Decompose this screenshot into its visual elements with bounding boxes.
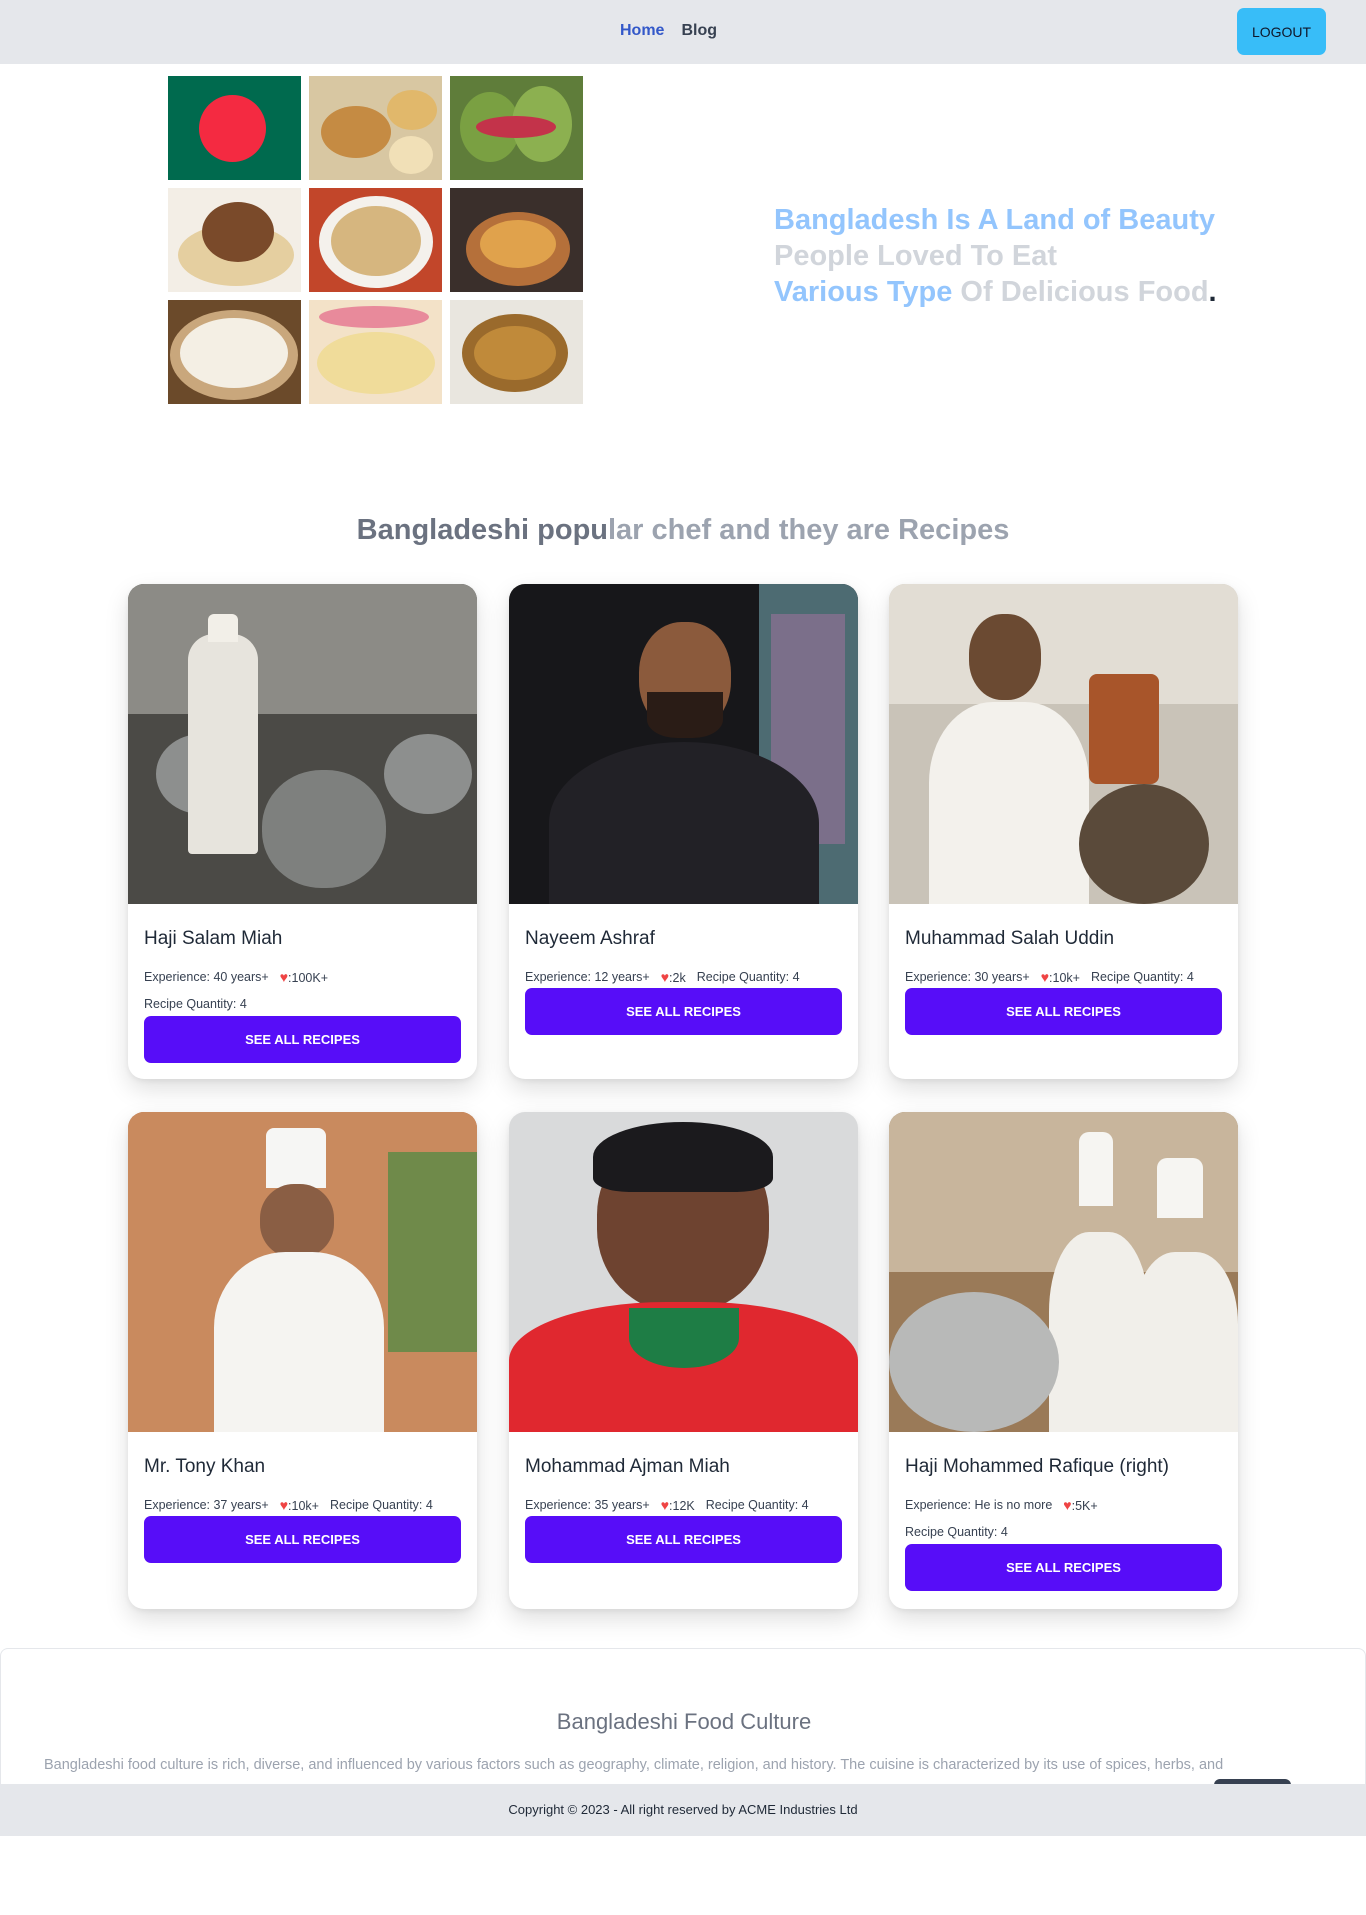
navbar: Home Blog LOGOUT [0, 0, 1366, 64]
chef-likes: ♥:10k+ [280, 1497, 319, 1513]
see-all-recipes-button[interactable]: SEE ALL RECIPES [144, 1516, 461, 1563]
chef-experience: Experience: 12 years+ [525, 970, 650, 984]
chef-name: Mohammad Ajman Miah [525, 1456, 730, 1477]
chef-experience: Experience: He is no more [905, 1498, 1053, 1512]
chef-experience: Experience: 35 years+ [525, 1498, 650, 1512]
see-all-recipes-button[interactable]: SEE ALL RECIPES [525, 1516, 842, 1563]
chef-card: Haji Salam Miah Experience: 40 years+ ♥:… [128, 584, 477, 1079]
see-all-recipes-button[interactable]: SEE ALL RECIPES [905, 988, 1222, 1035]
hero-food-grid [168, 76, 584, 438]
chef-stats: Experience: 30 years+ ♥:10k+ Recipe Quan… [905, 969, 1194, 985]
section-title-part-a: Bangladeshi popu [356, 514, 608, 546]
chef-name: Muhammad Salah Uddin [905, 928, 1115, 949]
hero-line-2: People Loved To Eat [774, 240, 1058, 272]
chef-stats: Experience: 12 years+ ♥:2k Recipe Quanti… [525, 969, 800, 985]
food-culture-text: Bangladeshi food culture is rich, divers… [44, 1757, 1224, 1773]
chef-stats: Experience: 40 years+ ♥:100K+ [144, 969, 328, 985]
chef-likes: ♥:12K [661, 1497, 695, 1513]
nav-link-home[interactable]: Home [620, 22, 664, 40]
paan-image [450, 76, 583, 180]
section-title-part-b: lar chef and they are Recipes [608, 514, 1010, 546]
chef-photo [889, 584, 1238, 904]
food-culture-title: Bangladeshi Food Culture [556, 1709, 812, 1734]
chef-experience: Experience: 30 years+ [905, 970, 1030, 984]
samosa-platter-image [309, 76, 442, 180]
chef-name: Haji Salam Miah [144, 928, 283, 949]
fuchka-image [450, 188, 583, 292]
chef-card: Nayeem Ashraf Experience: 12 years+ ♥:2k… [509, 584, 858, 1079]
chef-card: Mohammad Ajman Miah Experience: 35 years… [509, 1112, 858, 1609]
chef-likes-count: :12K [669, 1499, 695, 1513]
chef-photo [128, 1112, 477, 1432]
chef-likes: ♥:10k+ [1041, 969, 1080, 985]
chef-likes: ♥:100K+ [280, 969, 328, 985]
chef-recipe-quantity: Recipe Quantity: 4 [144, 997, 247, 1011]
hero-line-3-part-b: Of Delicious Food [952, 276, 1209, 308]
chef-recipe-quantity: Recipe Quantity: 4 [1090, 970, 1194, 984]
heart-icon: ♥ [279, 969, 289, 985]
chef-likes-count: :10k+ [1049, 971, 1080, 985]
biryani-image [168, 188, 301, 292]
chef-likes-count: :100K+ [288, 971, 329, 985]
chef-experience: Experience: 37 years+ [144, 1498, 269, 1512]
logout-button[interactable]: LOGOUT [1237, 8, 1326, 55]
chef-name: Nayeem Ashraf [525, 928, 655, 949]
chef-card: Haji Mohammed Rafique (right) Experience… [889, 1112, 1238, 1609]
heart-icon: ♥ [660, 969, 670, 985]
bangladesh-flag-image [168, 76, 301, 180]
chef-card: Muhammad Salah Uddin Experience: 30 year… [889, 584, 1238, 1079]
nav-links: Home Blog [620, 22, 717, 40]
hero-line-3-part-a: Various Type [774, 276, 953, 308]
chef-photo [509, 584, 858, 904]
chef-recipe-quantity: Recipe Quantity: 4 [329, 1498, 433, 1512]
chef-likes-count: :10k+ [288, 1499, 319, 1513]
chef-recipe-quantity: Recipe Quantity: 4 [696, 970, 800, 984]
chef-name: Mr. Tony Khan [144, 1456, 266, 1477]
ras-malai-image [309, 300, 442, 404]
chef-photo [509, 1112, 858, 1432]
chef-stats: Experience: 37 years+ ♥:10k+ Recipe Quan… [144, 1497, 433, 1513]
chef-photo [889, 1112, 1238, 1432]
hero-line-3-period: . [1208, 276, 1217, 308]
food-culture-section: Bangladeshi Food Culture Bangladeshi foo… [0, 1648, 1366, 1784]
curry-image [450, 300, 583, 404]
hero-tagline: Bangladesh Is A Land of Beauty People Lo… [774, 202, 1217, 310]
see-all-recipes-button[interactable]: SEE ALL RECIPES [525, 988, 842, 1035]
chef-name: Haji Mohammed Rafique (right) [905, 1456, 1169, 1477]
heart-icon: ♥ [660, 1497, 670, 1513]
hero-line-1: Bangladesh Is A Land of Beauty [774, 204, 1215, 236]
footer-copyright: Copyright © 2023 - All right reserved by… [0, 1784, 1366, 1836]
heart-icon: ♥ [279, 1497, 289, 1513]
chefs-section-title: Bangladeshi popular chef and they are Re… [0, 514, 1366, 547]
chef-card: Mr. Tony Khan Experience: 37 years+ ♥:10… [128, 1112, 477, 1609]
heart-icon: ♥ [1063, 1497, 1072, 1513]
chef-likes-count: :5K+ [1071, 1499, 1098, 1513]
see-all-recipes-button[interactable]: SEE ALL RECIPES [144, 1016, 461, 1063]
chef-stats: Experience: He is no more ♥:5K+ [905, 1497, 1098, 1513]
rasgulla-image [168, 300, 301, 404]
haleem-image [309, 188, 442, 292]
chef-likes-count: :2k [669, 971, 686, 985]
chef-recipe-quantity: Recipe Quantity: 4 [905, 1525, 1008, 1539]
chef-photo [128, 584, 477, 904]
chef-likes: ♥:2k [661, 969, 686, 985]
hero-line-3: Various Type Of Delicious Food. [774, 274, 1217, 310]
chef-recipe-quantity: Recipe Quantity: 4 [705, 1498, 809, 1512]
chef-stats: Experience: 35 years+ ♥:12K Recipe Quant… [525, 1497, 809, 1513]
heart-icon: ♥ [1040, 969, 1050, 985]
chef-experience: Experience: 40 years+ [144, 970, 269, 984]
chef-likes: ♥:5K+ [1063, 1497, 1097, 1513]
see-all-recipes-button[interactable]: SEE ALL RECIPES [905, 1544, 1222, 1591]
nav-link-blog[interactable]: Blog [681, 22, 717, 40]
